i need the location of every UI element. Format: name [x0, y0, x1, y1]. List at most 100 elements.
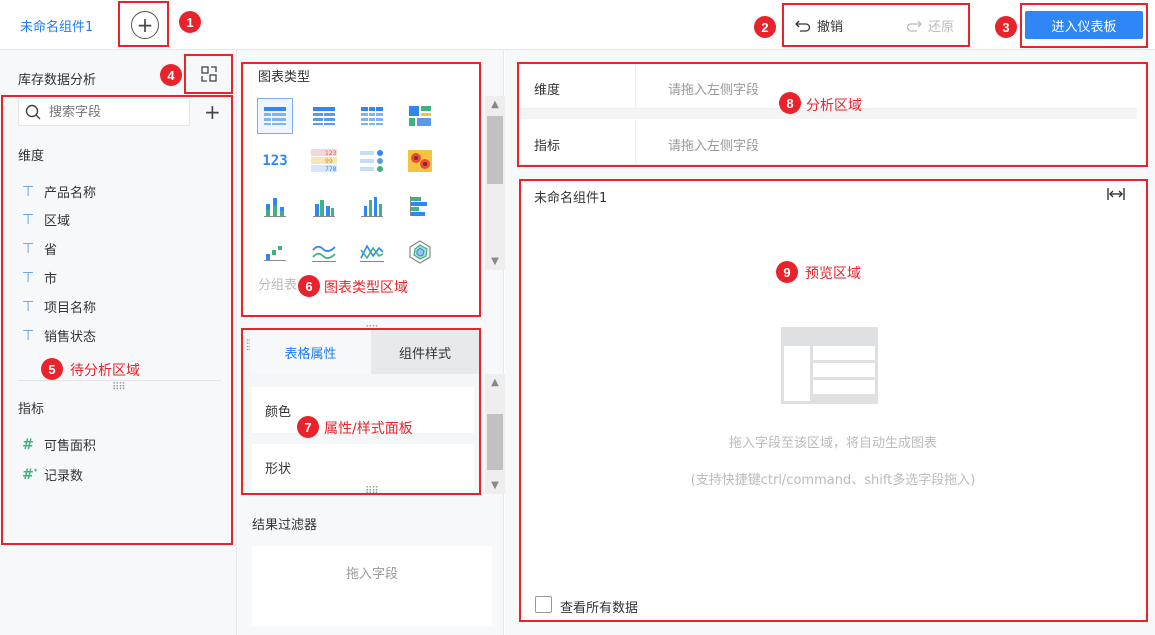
resize-handle[interactable]: ⠿⠿	[112, 383, 126, 393]
count-field-icon: #*	[22, 466, 38, 483]
annotation-badge: 4	[160, 64, 182, 86]
measures-title: 指标	[18, 402, 45, 417]
scroll-down-icon[interactable]: ▼	[485, 256, 505, 267]
result-filter-title: 结果过滤器	[252, 518, 318, 533]
field-label: 销售状态	[44, 330, 97, 345]
field-label: 产品名称	[44, 186, 97, 201]
shape-property[interactable]: 形状	[252, 444, 474, 490]
tab-table-properties[interactable]: 表格属性	[250, 330, 371, 374]
line-icon[interactable]	[306, 234, 342, 270]
preview-title: 未命名组件1	[534, 191, 608, 206]
dataset-title: 库存数据分析	[18, 73, 97, 88]
scroll-up-icon[interactable]: ▲	[485, 377, 505, 388]
annotation-badge: 1	[179, 11, 201, 33]
filter-drop-zone[interactable]: 拖入字段	[252, 546, 492, 626]
annotation-label: 图表类型区域	[324, 280, 408, 296]
undo-label: 撤销	[817, 20, 844, 35]
field-item[interactable]: ⊤ 产品名称	[22, 182, 97, 202]
expand-width-icon[interactable]	[1106, 186, 1126, 202]
enter-dashboard-button[interactable]: 进入仪表板	[1025, 11, 1143, 39]
kpi-value: 99	[325, 158, 333, 165]
tab-component-style[interactable]: 组件样式	[371, 330, 479, 374]
heatmap-icon[interactable]	[402, 143, 438, 179]
dimension-placeholder: 请拖入左侧字段	[668, 83, 760, 98]
field-label: 区域	[44, 214, 71, 229]
chart-type-title: 图表类型	[258, 70, 311, 85]
component-tab-title[interactable]: 未命名组件1	[20, 16, 93, 35]
field-item[interactable]: ⊤ 省	[22, 239, 58, 259]
annotation-badge: 6	[298, 275, 320, 297]
text-field-icon: ⊤	[22, 211, 35, 228]
scroll-thumb[interactable]	[487, 414, 503, 470]
annotation-label: 属性/样式面板	[324, 421, 413, 437]
measure-label: 指标	[534, 139, 561, 154]
redo-icon	[906, 20, 922, 32]
annotation-badge: 5	[41, 358, 63, 380]
field-label: 市	[44, 272, 58, 287]
undo-icon	[795, 20, 811, 32]
field-item[interactable]: ⊤ 市	[22, 268, 58, 288]
chart-type-scrollbar[interactable]: ▲ ▼	[485, 96, 505, 270]
undo-button[interactable]: 撤销	[795, 16, 843, 35]
field-label: 记录数	[44, 469, 84, 484]
field-item[interactable]: #* 记录数	[22, 465, 84, 485]
number-field-icon: #	[22, 436, 34, 453]
text-field-icon: ⊤	[22, 240, 35, 257]
preview-hint: 拖入字段至该区域，将自动生成图表	[728, 436, 937, 451]
top-bar: 未命名组件1 + 撤销 还原 进入仪表板	[0, 0, 1155, 50]
field-label: 项目名称	[44, 301, 97, 316]
text-field-icon: ⊤	[22, 183, 35, 200]
field-item[interactable]: ⊤ 区域	[22, 210, 71, 230]
stacked-column-icon[interactable]	[257, 188, 293, 224]
field-label: 可售面积	[44, 439, 97, 454]
crosstab-icon[interactable]	[306, 98, 342, 134]
view-all-data-label[interactable]: 查看所有数据	[560, 597, 638, 616]
annotation-badge: 9	[776, 261, 798, 283]
scroll-up-icon[interactable]: ▲	[485, 99, 505, 110]
annotation-badge: 8	[779, 92, 801, 114]
annotation-badge: 7	[297, 416, 319, 438]
dimension-label: 维度	[534, 83, 561, 98]
detail-table-icon[interactable]	[354, 98, 390, 134]
property-scrollbar[interactable]: ▲ ▼	[485, 374, 505, 494]
kpi-card-icon[interactable]: 123 99 778	[306, 143, 342, 179]
field-item[interactable]: ⊤ 销售状态	[22, 326, 97, 346]
search-icon	[25, 104, 41, 120]
area-line-icon[interactable]	[354, 234, 390, 270]
redo-label: 还原	[928, 20, 955, 35]
annotation-label: 分析区域	[806, 98, 862, 114]
column-icon[interactable]	[354, 188, 390, 224]
add-component-button[interactable]: +	[131, 11, 159, 39]
search-input[interactable]	[49, 104, 179, 120]
grouped-table-icon[interactable]	[257, 98, 293, 134]
field-item[interactable]: # 可售面积	[22, 435, 97, 455]
text-field-icon: ⊤	[22, 269, 35, 286]
dimensions-title: 维度	[18, 149, 45, 164]
bar-icon[interactable]	[402, 188, 438, 224]
text-field-icon: ⊤	[22, 327, 35, 344]
measure-placeholder: 请拖入左侧字段	[668, 139, 760, 154]
waterfall-icon[interactable]	[257, 234, 293, 270]
kpi-value: 123	[325, 150, 337, 157]
view-all-data-checkbox[interactable]	[535, 596, 552, 613]
text-field-icon: ⊤	[22, 298, 35, 315]
field-item[interactable]: ⊤ 项目名称	[22, 297, 97, 317]
kpi-value: 778	[325, 166, 337, 173]
measure-drop-row[interactable]: 指标 请拖入左侧字段	[520, 121, 1137, 165]
scroll-down-icon[interactable]: ▼	[485, 480, 505, 491]
add-field-icon[interactable]: +	[204, 102, 221, 122]
annotation-badge: 2	[754, 16, 776, 38]
field-label: 省	[44, 243, 58, 258]
treemap-icon[interactable]	[402, 98, 438, 134]
switch-dataset-icon[interactable]	[200, 65, 218, 83]
grouped-column-icon[interactable]	[306, 188, 342, 224]
annotation-badge: 3	[995, 16, 1017, 38]
section-divider	[18, 380, 221, 381]
field-search-box[interactable]	[18, 98, 190, 126]
radar-icon[interactable]	[402, 234, 438, 270]
kpi-list-icon[interactable]	[354, 143, 390, 179]
scroll-thumb[interactable]	[487, 116, 503, 184]
resize-handle[interactable]: ⠿⠿	[365, 487, 379, 497]
kpi-number-icon[interactable]: 123	[257, 143, 293, 179]
redo-button[interactable]: 还原	[906, 16, 954, 35]
